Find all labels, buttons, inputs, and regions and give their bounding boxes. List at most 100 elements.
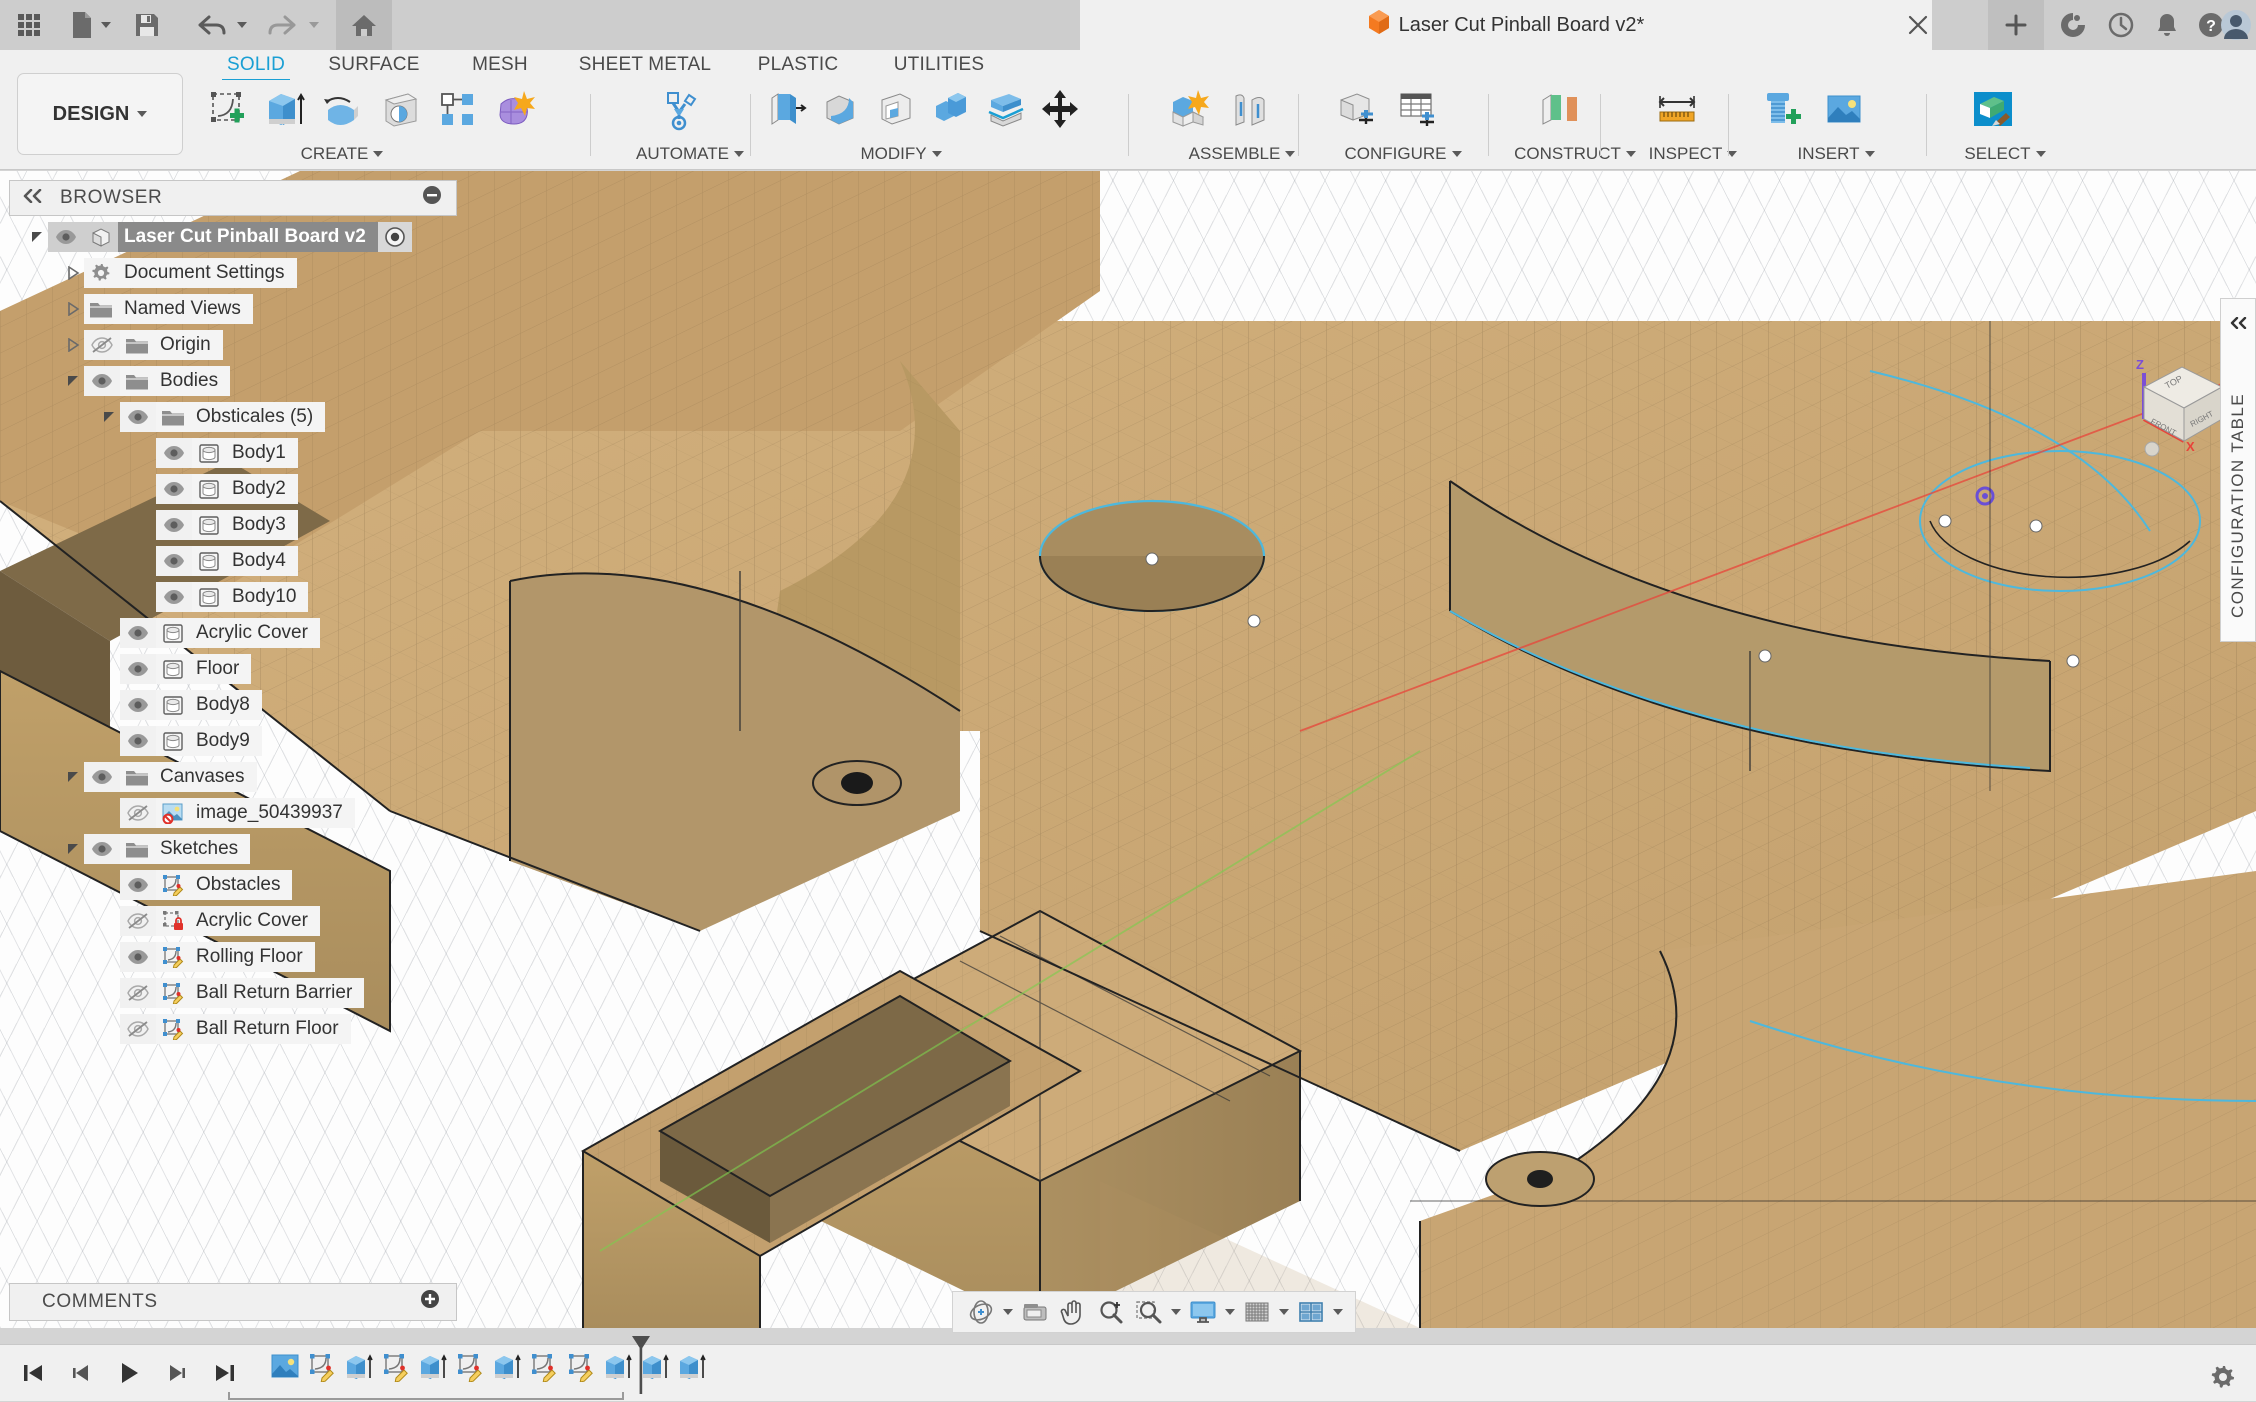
create-sketch-icon[interactable]: [200, 80, 255, 138]
visibility-on-icon[interactable]: [120, 942, 156, 972]
undo-dropdown-caret[interactable]: [234, 0, 250, 50]
split-face-icon[interactable]: [979, 80, 1031, 138]
tree-item-ball-return-barrier[interactable]: Ball Return Barrier: [0, 975, 470, 1011]
viewport-layout-icon[interactable]: [1293, 1294, 1329, 1330]
visibility-on-icon[interactable]: [156, 546, 192, 576]
tree-item-body2[interactable]: Body2: [0, 471, 470, 507]
tree-item-named-views[interactable]: Named Views: [0, 291, 470, 327]
new-tab-button[interactable]: [1988, 0, 2044, 50]
visibility-on-icon[interactable]: [48, 222, 84, 252]
file-icon[interactable]: [66, 0, 98, 50]
grid-dropdown-caret[interactable]: [1277, 1294, 1291, 1330]
visibility-on-icon[interactable]: [156, 510, 192, 540]
ribbon-group-label-automate[interactable]: AUTOMATE: [615, 144, 765, 164]
measure-icon[interactable]: [1650, 80, 1708, 138]
visibility-off-icon[interactable]: [120, 978, 156, 1008]
tab-solid[interactable]: SOLID: [216, 50, 296, 84]
ribbon-group-label-select[interactable]: SELECT: [1930, 144, 2080, 164]
tree-item-acrylic-cover[interactable]: Acrylic Cover: [0, 615, 470, 651]
new-component-icon[interactable]: [1160, 80, 1218, 138]
press-pull-icon[interactable]: [760, 80, 812, 138]
display-settings-icon[interactable]: [1185, 1294, 1221, 1330]
add-comment-icon[interactable]: [420, 1289, 440, 1315]
fillet-icon[interactable]: [815, 80, 867, 138]
ribbon-group-label-configure[interactable]: CONFIGURE: [1308, 144, 1498, 164]
workspace-switcher[interactable]: DESIGN: [17, 73, 183, 155]
create-form-icon[interactable]: [488, 80, 543, 138]
tree-item-bodies[interactable]: Bodies: [0, 363, 470, 399]
collapse-left-icon[interactable]: [22, 187, 42, 209]
timeline-feature-sketch[interactable]: [451, 1352, 488, 1394]
tree-item-canvases[interactable]: Canvases: [0, 759, 470, 795]
expand-collapse-icon[interactable]: [62, 363, 84, 399]
select-icon[interactable]: [1964, 80, 2022, 138]
redo-icon[interactable]: [260, 0, 306, 50]
redo-dropdown-caret[interactable]: [306, 0, 322, 50]
ribbon-group-label-create[interactable]: CREATE: [192, 144, 492, 164]
tab-surface[interactable]: SURFACE: [318, 50, 430, 80]
home-icon[interactable]: [336, 0, 392, 50]
tree-item-obstacles[interactable]: Obstacles: [0, 867, 470, 903]
visibility-on-icon[interactable]: [120, 870, 156, 900]
visibility-on-icon[interactable]: [84, 762, 120, 792]
pan-icon[interactable]: [1055, 1294, 1091, 1330]
zoom-window-icon[interactable]: [1131, 1294, 1167, 1330]
visibility-off-icon[interactable]: [84, 330, 120, 360]
display-dropdown-caret[interactable]: [1223, 1294, 1237, 1330]
viewport-dropdown-caret[interactable]: [1331, 1294, 1345, 1330]
offset-plane-icon[interactable]: [1532, 80, 1590, 138]
tree-item-obsticales-5[interactable]: Obsticales (5): [0, 399, 470, 435]
notifications-bell-icon[interactable]: [2146, 0, 2188, 50]
step-back-icon[interactable]: [62, 1345, 100, 1402]
timeline-feature-sketch[interactable]: [525, 1352, 562, 1394]
close-tab-button[interactable]: [1895, 0, 1941, 50]
tree-item-laser-cut-pinball-board-v2[interactable]: Laser Cut Pinball Board v2: [0, 219, 470, 255]
visibility-on-icon[interactable]: [120, 690, 156, 720]
save-icon[interactable]: [124, 0, 170, 50]
configuration-table-panel[interactable]: CONFIGURATION TABLE: [2220, 298, 2256, 642]
timeline-feature-extrude[interactable]: [340, 1352, 377, 1394]
extrude-icon[interactable]: [258, 80, 313, 138]
orbit-dropdown-caret[interactable]: [1001, 1294, 1015, 1330]
timeline-end-marker[interactable]: [630, 1334, 652, 1396]
visibility-on-icon[interactable]: [120, 726, 156, 756]
minimize-icon[interactable]: [422, 185, 442, 211]
ribbon-group-label-assemble[interactable]: ASSEMBLE: [1152, 144, 1332, 164]
undo-icon[interactable]: [188, 0, 234, 50]
tree-item-body3[interactable]: Body3: [0, 507, 470, 543]
visibility-on-icon[interactable]: [156, 474, 192, 504]
expand-collapse-icon[interactable]: [62, 255, 84, 291]
expand-collapse-icon[interactable]: [62, 831, 84, 867]
tree-item-body1[interactable]: Body1: [0, 435, 470, 471]
grid-snaps-icon[interactable]: [1239, 1294, 1275, 1330]
tree-item-ball-return-floor[interactable]: Ball Return Floor: [0, 1011, 470, 1047]
user-avatar[interactable]: [2216, 0, 2256, 50]
tab-plastic[interactable]: PLASTIC: [748, 50, 848, 80]
rectangular-pattern-icon[interactable]: [430, 80, 485, 138]
go-to-beginning-icon[interactable]: [14, 1345, 52, 1402]
joint-icon[interactable]: [1221, 80, 1279, 138]
timeline-feature-canvas[interactable]: [266, 1352, 303, 1394]
tree-item-sketches[interactable]: Sketches: [0, 831, 470, 867]
visibility-on-icon[interactable]: [120, 654, 156, 684]
expand-collapse-icon[interactable]: [62, 759, 84, 795]
visibility-on-icon[interactable]: [156, 582, 192, 612]
extensions-icon[interactable]: [2050, 0, 2096, 50]
job-status-icon[interactable]: [2098, 0, 2144, 50]
hole-icon[interactable]: [373, 80, 428, 138]
revolve-icon[interactable]: [315, 80, 370, 138]
tree-item-rolling-floor[interactable]: Rolling Floor: [0, 939, 470, 975]
expand-collapse-icon[interactable]: [62, 291, 84, 327]
app-grid-icon[interactable]: [6, 0, 52, 50]
ribbon-group-label-modify[interactable]: MODIFY: [756, 144, 1046, 164]
tree-item-acrylic-cover[interactable]: Acrylic Cover: [0, 903, 470, 939]
expand-collapse-icon[interactable]: [62, 327, 84, 363]
look-at-icon[interactable]: [1017, 1294, 1053, 1330]
tree-item-body10[interactable]: Body10: [0, 579, 470, 615]
tree-item-body9[interactable]: Body9: [0, 723, 470, 759]
tree-item-body8[interactable]: Body8: [0, 687, 470, 723]
tree-item-image-50439937[interactable]: image_50439937: [0, 795, 470, 831]
tree-item-floor[interactable]: Floor: [0, 651, 470, 687]
visibility-off-icon[interactable]: [120, 1014, 156, 1044]
expand-collapse-icon[interactable]: [98, 399, 120, 435]
